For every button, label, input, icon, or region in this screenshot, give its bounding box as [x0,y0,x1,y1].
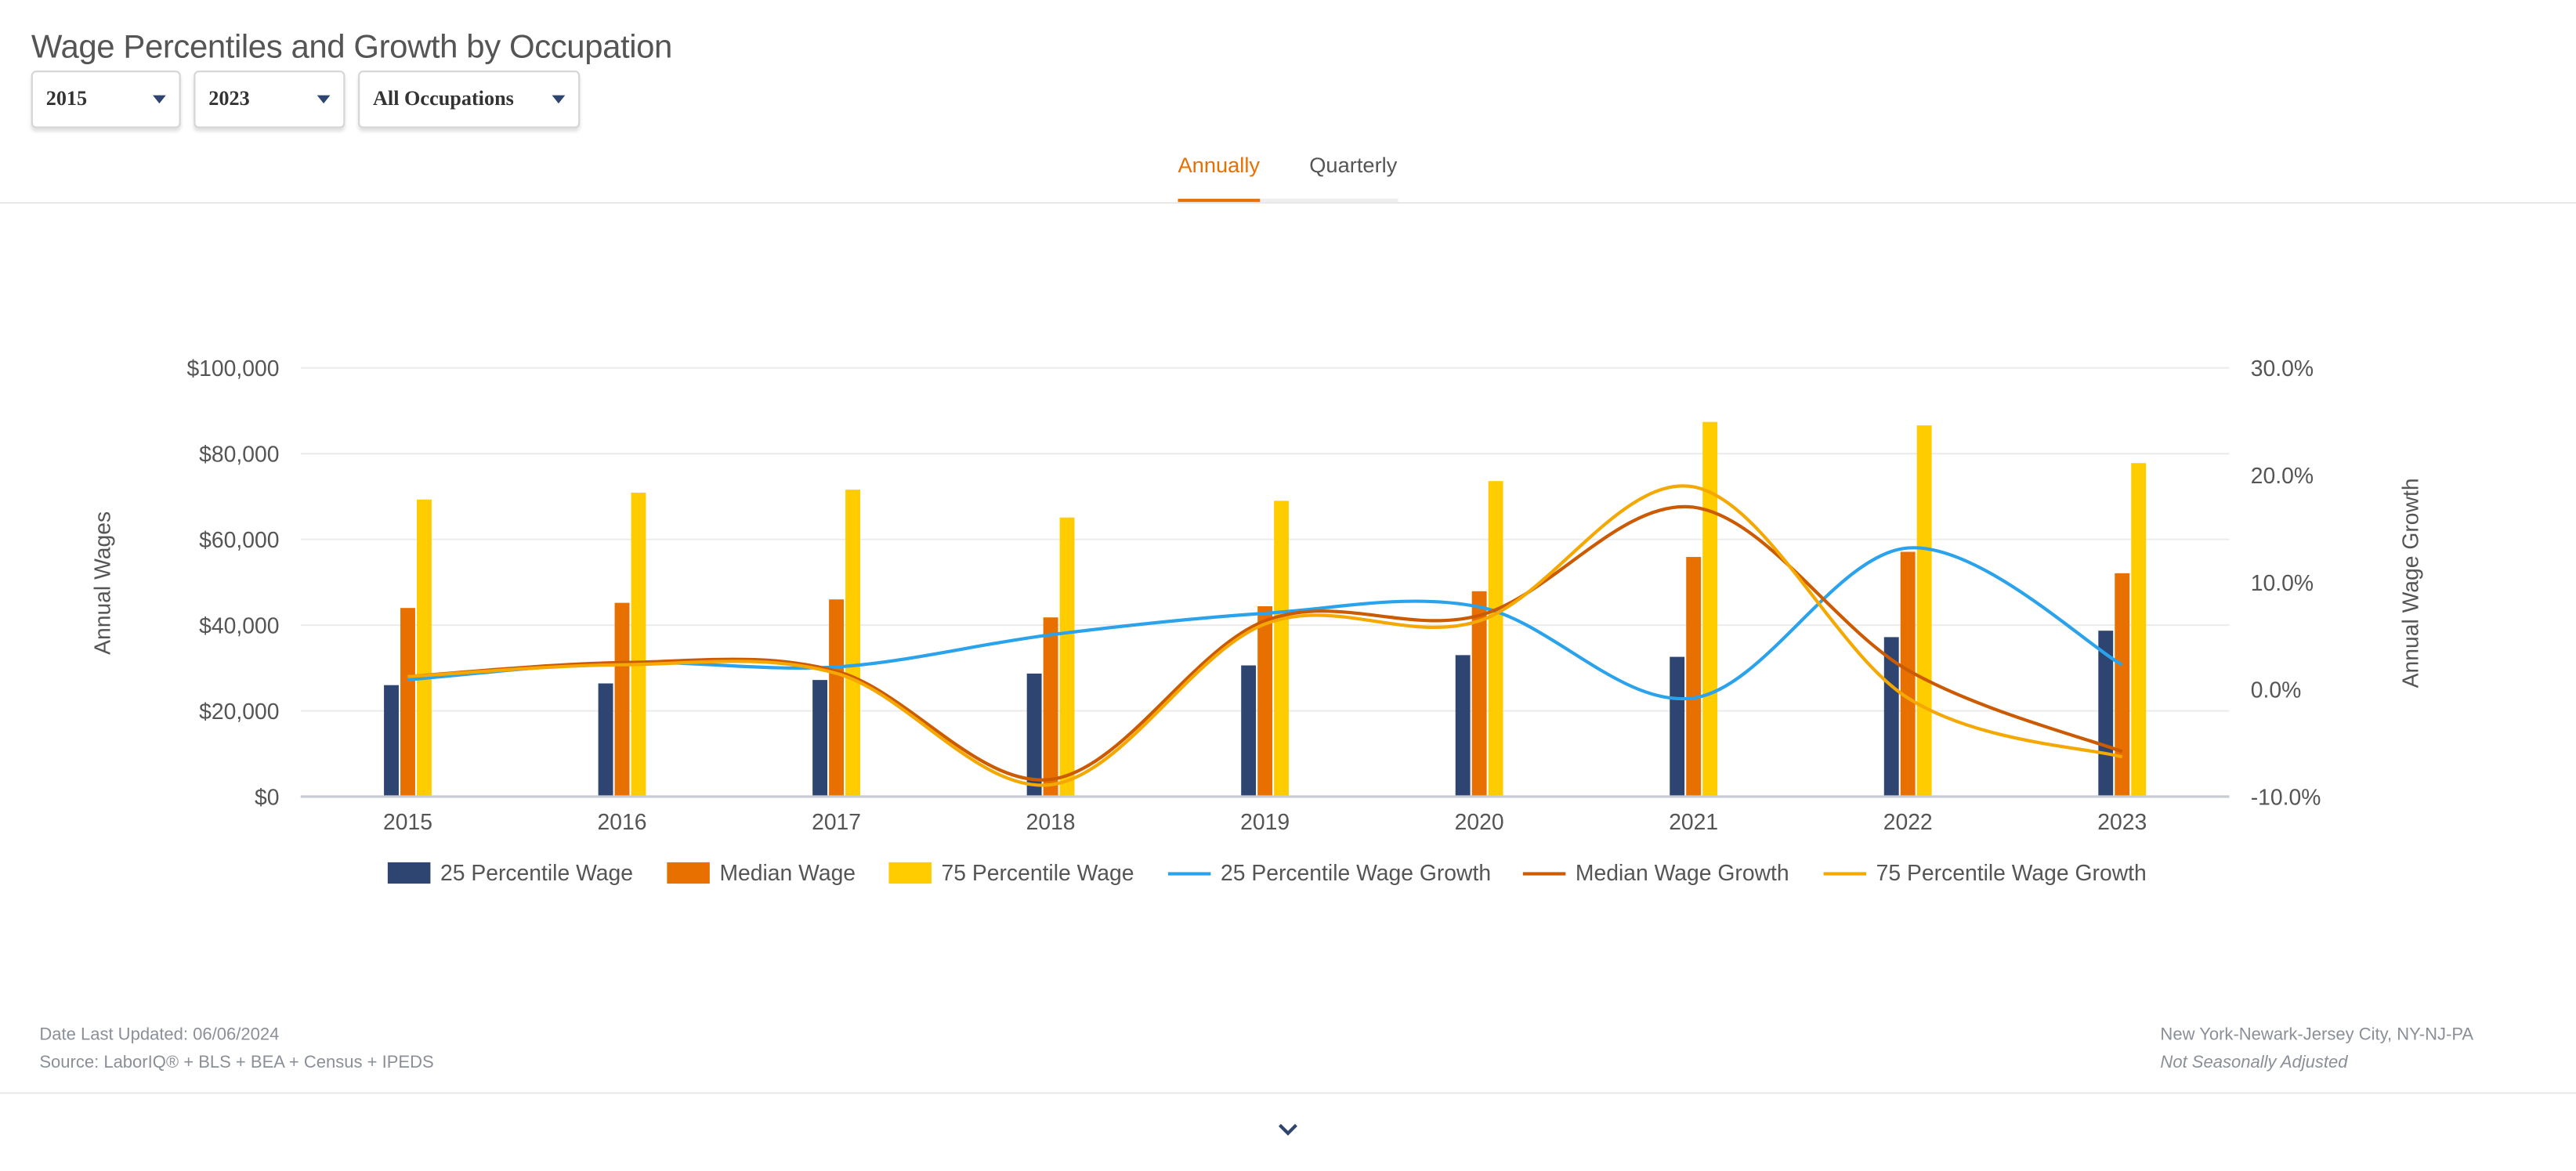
legend-line [1522,871,1566,875]
bar-75-percentile-wage [1916,425,1932,797]
data-source: Source: LaborIQ® + BLS + BEA + Census + … [39,1053,434,1073]
legend-line [1167,871,1211,875]
bar-75-percentile-wage [1274,501,1290,797]
divider [0,1092,2576,1094]
legend-line [1823,871,1867,875]
bar-25-percentile-wage [598,683,613,797]
legend-75-percentile-wage-growth[interactable]: 75 Percentile Wage Growth [1823,860,2147,886]
bar-75-percentile-wage [1702,421,1718,797]
bar-25-percentile-wage [384,685,399,797]
bar-75-percentile-wage [845,490,860,797]
combo-chart: $0 $20,000 $40,000 $60,000 $80,000 $100,000 -1… [89,356,2423,834]
legend-label: 75 Percentile Wage Growth [1876,860,2147,886]
x-tick-label: 2019 [1240,809,1290,834]
x-tick-label: 2023 [2097,809,2147,834]
bar-median-wage [829,599,844,797]
legend-swatch [667,862,710,884]
bar-25-percentile-wage [1455,655,1471,797]
bar-25-percentile-wage [812,680,828,797]
bar-median-wage [1257,605,1273,797]
legend-75-percentile-wage[interactable]: 75 Percentile Wage [888,861,1134,885]
legend-swatch [387,862,431,884]
y-tick-label: $80,000 [199,442,279,467]
legend-25-percentile-wage[interactable]: 25 Percentile Wage [387,860,633,886]
x-tick-label: 2021 [1669,809,1718,834]
bar-75-percentile-wage [417,499,432,797]
x-tick-label: 2017 [812,809,861,834]
legend-label: 75 Percentile Wage [941,860,1134,886]
y-tick-label: $0 [255,784,279,809]
legend-label: Median Wage Growth [1575,860,1789,886]
legend-label: Median Wage [719,860,856,886]
bar-median-wage [1686,557,1702,797]
bar-median-wage [1043,617,1058,797]
y2-tick-label: 30.0% [2251,356,2314,381]
bar-25-percentile-wage [1241,665,1257,797]
y2-tick-label: 10.0% [2251,570,2314,595]
bar-median-wage [400,608,415,797]
seasonal-adjustment: Not Seasonally Adjusted [2160,1053,2348,1073]
x-tick-label: 2016 [598,809,647,834]
chevron-down-icon[interactable] [1276,1122,1299,1138]
y-tick-label: $40,000 [199,613,279,638]
legend-label: 25 Percentile Wage Growth [1220,860,1492,886]
x-tick-label: 2022 [1883,809,1933,834]
y-axis-label: Annual Wages [89,511,114,655]
chart-widget: Wage Percentiles and Growth by Occupatio… [0,0,2576,1171]
y2-axis-label: Annual Wage Growth [2398,478,2423,688]
bar-75-percentile-wage [1059,517,1075,797]
legend-median-wage-growth[interactable]: Median Wage Growth [1522,860,1789,886]
bar-75-percentile-wage [631,492,646,797]
x-tick-label: 2015 [383,809,432,834]
y2-tick-label: 20.0% [2251,463,2314,488]
bar-median-wage [614,602,630,797]
y-tick-label: $20,000 [199,699,279,724]
legend-median-wage[interactable]: Median Wage [667,861,856,885]
bar-75-percentile-wage [1488,481,1503,797]
x-tick-label: 2020 [1455,809,1504,834]
y2-tick-label: 0.0% [2251,678,2302,703]
date-last-updated: Date Last Updated: 06/06/2024 [39,1025,280,1045]
region-label: New York-Newark-Jersey City, NY-NJ-PA [2160,1025,2474,1045]
legend-swatch [888,862,932,884]
bar-median-wage [2115,573,2130,797]
legend-label: 25 Percentile Wage [440,860,633,886]
y2-tick-label: -10.0% [2251,784,2321,809]
bar-25-percentile-wage [1670,656,1685,797]
y-tick-label: $60,000 [199,527,279,552]
x-tick-label: 2018 [1026,809,1076,834]
bar-75-percentile-wage [2131,463,2147,797]
y-tick-label: $100,000 [186,356,279,381]
legend-25-percentile-wage-growth[interactable]: 25 Percentile Wage Growth [1167,860,1492,886]
